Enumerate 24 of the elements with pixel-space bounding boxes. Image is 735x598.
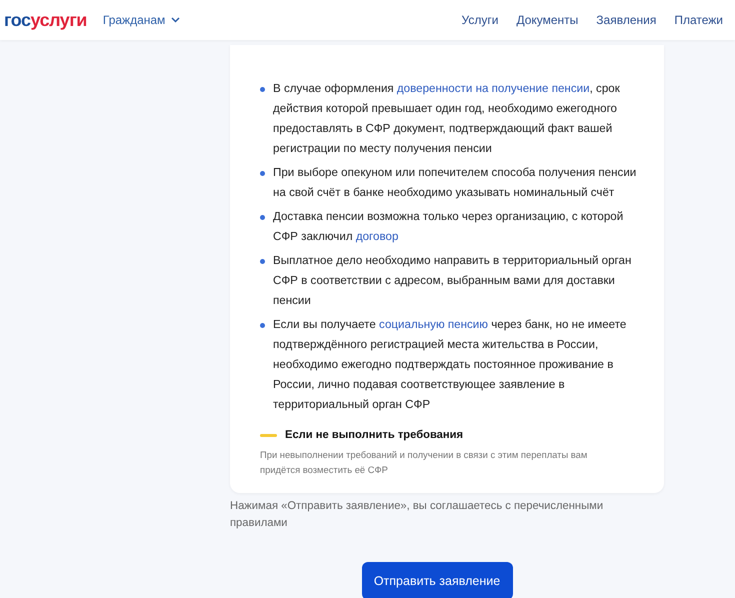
- bullet-icon: [260, 87, 265, 92]
- text-link[interactable]: социальную пенсию: [379, 318, 488, 331]
- bullet-text: В случае оформления доверенности на получение пенсии, срок действия которой превышает один год, необходимо ежегодного предоставлять в СФР документ, подтверждающий факт вашей регистрации по месту получения пенсии: [273, 81, 621, 157]
- text-link[interactable]: доверенности на получение пенсии: [396, 82, 590, 95]
- nav-link[interactable]: Услуги: [462, 13, 498, 27]
- text-link[interactable]: договор: [356, 230, 398, 243]
- bullet-text: Если вы получаете социальную пенсию через банк, но не имеете подтверждённого регистрацией места жительства в России, необходимо ежегодно подтверждать постоянное проживание в России, лично подавая соответствующее заявление в территориальный орган СФР: [273, 317, 628, 413]
- nav-link[interactable]: Документы: [516, 13, 578, 27]
- bullet-text: Доставка пенсии возможна только через организацию, с которой СФР заключил договор: [273, 209, 624, 245]
- logo[interactable]: госуслуги: [4, 10, 87, 30]
- nav-link[interactable]: Платежи: [674, 13, 723, 27]
- submit-button[interactable]: Отправить заявление: [362, 562, 512, 598]
- bullet-icon: [260, 215, 265, 220]
- citizens-menu[interactable]: Гражданам: [102, 13, 180, 27]
- bullet-icon: [260, 323, 265, 328]
- bullet-icon: [260, 171, 265, 176]
- warning-title: Если не выполнить требования: [285, 429, 464, 441]
- bullet-text: При выборе опекуном или попечителем способа получения пенсии на свой счёт в банке необходимо указывать номинальный счёт: [273, 165, 638, 201]
- warning-text: При невыполнении требований и получении в связи с этим переплаты вам придётся возместить её СФР: [260, 448, 588, 477]
- nav-link[interactable]: Заявления: [596, 13, 656, 27]
- dash-icon: [260, 434, 277, 436]
- bullet-icon: [260, 259, 265, 264]
- agreement-text: Нажимая «Отправить заявление», вы соглашаетесь с перечисленными правилами: [230, 499, 604, 531]
- chevron-icon: [171, 17, 180, 23]
